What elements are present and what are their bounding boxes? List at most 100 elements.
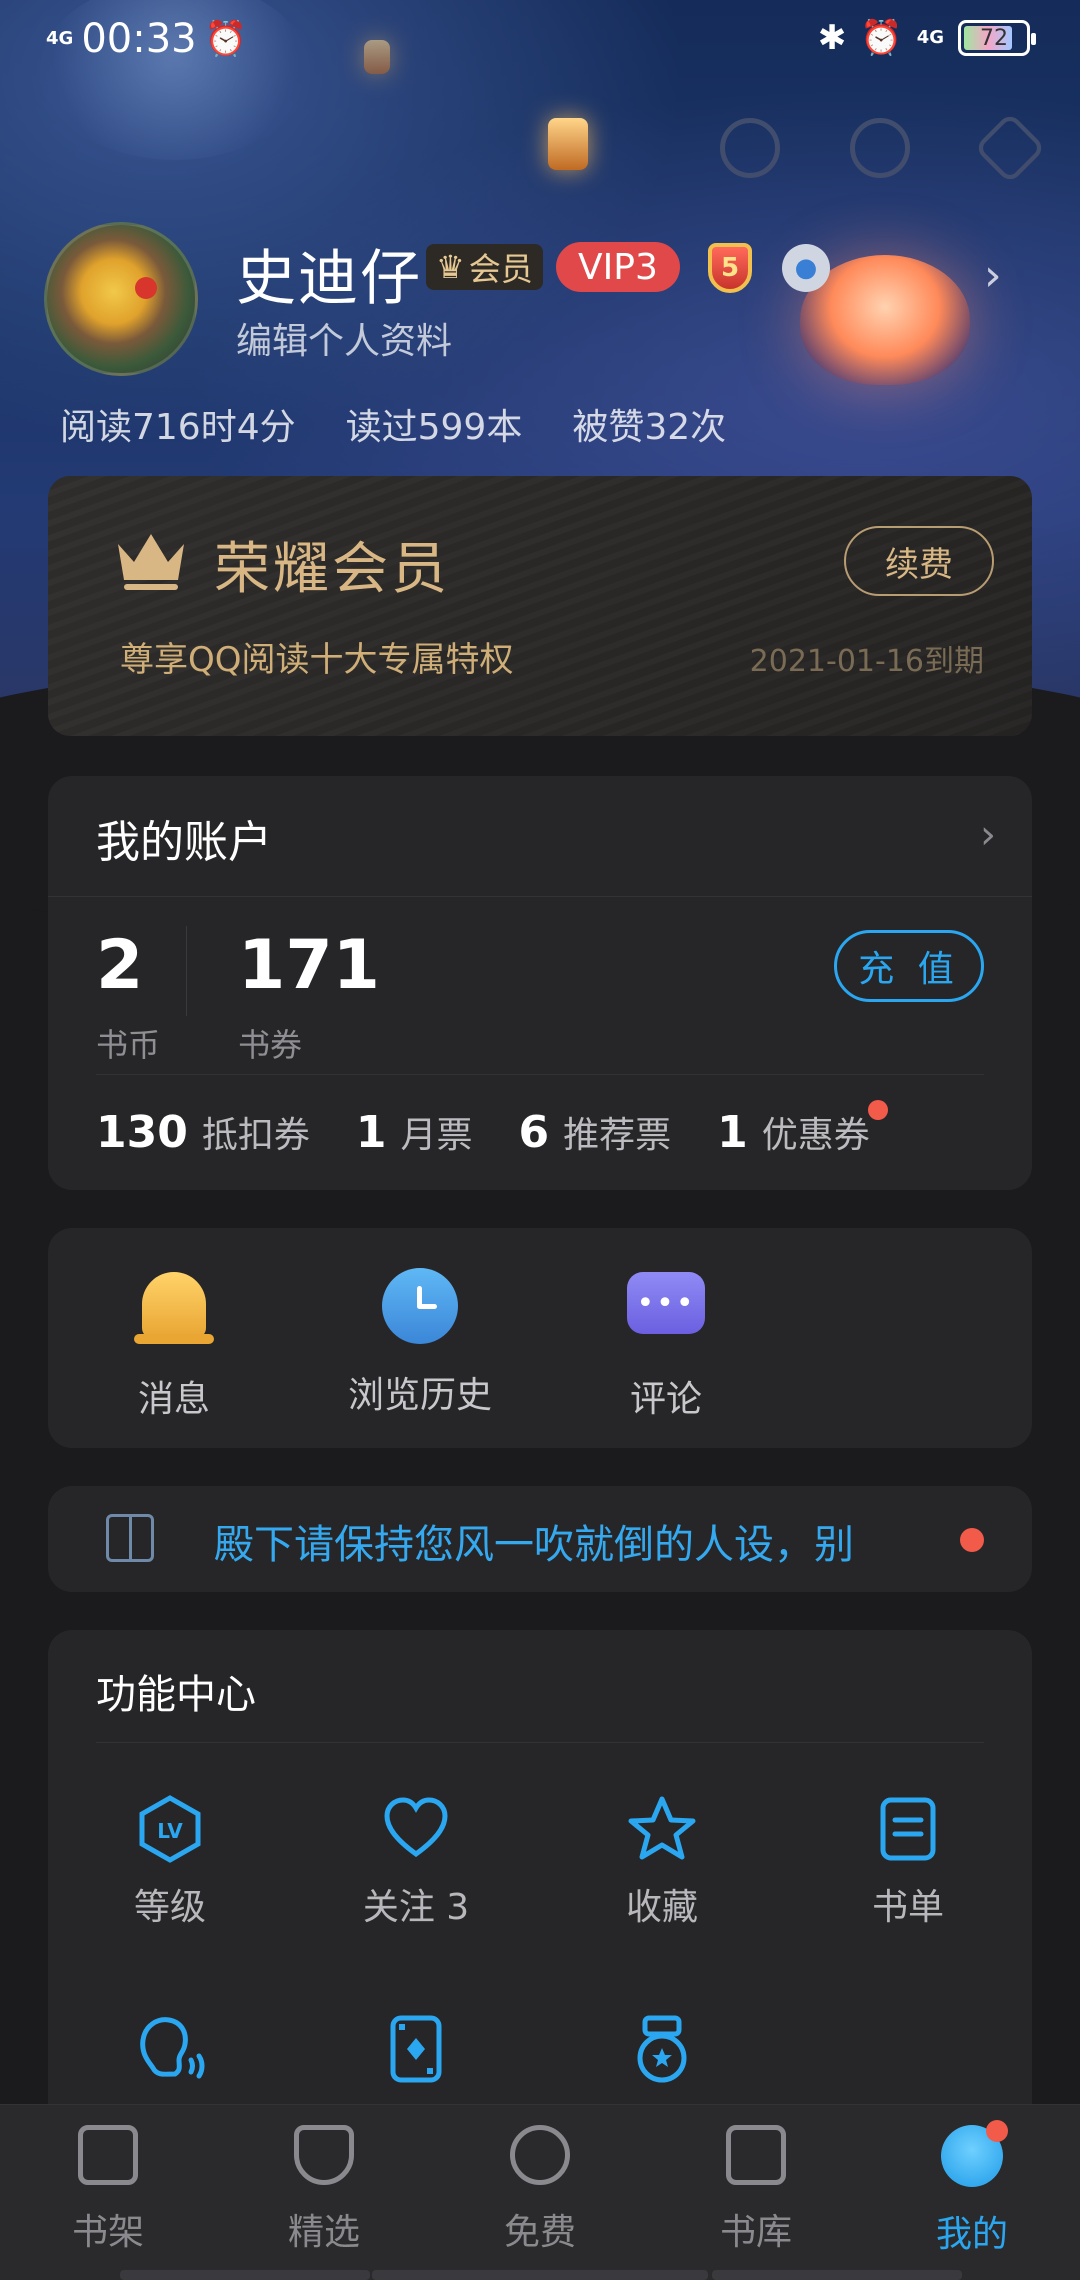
- function-level[interactable]: LV 等级: [70, 1794, 270, 1930]
- ticket-coupon[interactable]: 1 优惠券: [717, 1100, 888, 1158]
- reading-stats: 阅读716时4分 读过599本 被赞32次: [60, 398, 726, 450]
- alarm-icon: ⏰: [860, 18, 903, 58]
- coins-value[interactable]: 2: [96, 926, 143, 1005]
- system-bar: [372, 2270, 708, 2280]
- comment-icon: •••: [626, 1272, 706, 1352]
- ticket-recommend[interactable]: 6 推荐票: [519, 1106, 672, 1158]
- history-label: 浏览历史: [347, 1375, 492, 1416]
- booklist-icon: [880, 1797, 936, 1861]
- renew-button[interactable]: 续费: [844, 526, 994, 596]
- crown-icon: [118, 534, 184, 590]
- ticket-deduction[interactable]: 130 抵扣券: [96, 1106, 310, 1158]
- tab-library[interactable]: 书库: [686, 2125, 826, 2255]
- ticket-monthly[interactable]: 1 月票: [356, 1106, 473, 1158]
- header-actions: [720, 111, 1047, 185]
- function-booklist-label: 书单: [871, 1887, 944, 1928]
- vip-title: 荣耀会员: [214, 537, 450, 602]
- quick-entries: 消息 浏览历史 ••• 评论: [48, 1228, 1032, 1448]
- account-title[interactable]: 我的账户: [96, 806, 272, 870]
- battery-icon: 72: [958, 20, 1036, 56]
- bluetooth-icon: ✱: [817, 18, 847, 58]
- medal-icon: [637, 2015, 687, 2083]
- vip-expiry: 2021-01-16到期: [749, 644, 984, 679]
- chevron-right-icon[interactable]: ›: [980, 812, 996, 858]
- svg-text:LV: LV: [157, 1819, 183, 1843]
- tickets-row: 130 抵扣券 1 月票 6 推荐票 1 优惠券: [96, 1100, 888, 1158]
- vouchers-value[interactable]: 171: [238, 926, 380, 1005]
- stat-likes[interactable]: 被赞32次: [572, 398, 726, 450]
- function-favorites[interactable]: 收藏: [562, 1794, 762, 1930]
- system-bar: [712, 2270, 962, 2280]
- user-name[interactable]: 史迪仔: [236, 230, 422, 317]
- gear-icon[interactable]: [973, 111, 1047, 185]
- level-badge[interactable]: 5: [692, 240, 768, 296]
- tab-featured-label: 精选: [287, 2212, 360, 2253]
- heart-icon: [384, 1797, 448, 1858]
- divider: [96, 1742, 984, 1743]
- qq-icon[interactable]: ●: [782, 244, 830, 292]
- tab-profile-label: 我的: [935, 2214, 1008, 2255]
- function-medal[interactable]: [562, 2014, 762, 2098]
- notice-banner[interactable]: 殿下请保持您风一吹就倒的人设，别: [48, 1486, 1032, 1592]
- signal-icon: 4G: [46, 28, 74, 49]
- messages-label: 消息: [137, 1379, 210, 1420]
- library-icon: [726, 2125, 786, 2185]
- notification-dot: [960, 1528, 984, 1552]
- divider: [96, 1074, 984, 1075]
- recharge-button[interactable]: 充 值: [834, 930, 984, 1002]
- edit-profile-link[interactable]: 编辑个人资料: [236, 312, 452, 364]
- messages-entry[interactable]: 消息: [84, 1266, 264, 1422]
- vip-badge[interactable]: VIP3: [556, 242, 680, 292]
- crown-icon: ♛: [436, 248, 465, 286]
- palette-icon[interactable]: [720, 118, 780, 178]
- network-icon: 4G: [916, 27, 944, 48]
- coins-label: 书币: [96, 1026, 161, 1064]
- bell-icon: [134, 1272, 214, 1352]
- system-bar: [120, 2270, 370, 2280]
- history-entry[interactable]: 浏览历史: [330, 1266, 510, 1418]
- tab-featured[interactable]: 精选: [254, 2125, 394, 2255]
- function-booklist[interactable]: 书单: [808, 1794, 1008, 1930]
- divider: [48, 896, 1032, 897]
- free-icon: [510, 2125, 570, 2185]
- notice-text[interactable]: 殿下请保持您风一吹就倒的人设，别: [214, 1512, 934, 1570]
- function-voice[interactable]: [70, 2014, 270, 2098]
- comments-entry[interactable]: ••• 评论: [576, 1266, 756, 1422]
- vip-card[interactable]: 荣耀会员 续费 尊享QQ阅读十大专属特权 2021-01-16到期: [48, 476, 1032, 736]
- vouchers-label: 书券: [238, 1026, 303, 1064]
- chevron-right-icon[interactable]: ›: [984, 250, 1002, 301]
- tab-free-label: 免费: [503, 2212, 576, 2253]
- status-bar: 4G 00:33 ⏰ ✱ ⏰ 4G 72: [0, 0, 1080, 80]
- member-badge[interactable]: ♛ 会员: [426, 244, 543, 290]
- alarm-icon: ⏰: [204, 19, 247, 59]
- tab-free[interactable]: 免费: [470, 2125, 610, 2255]
- comments-label: 评论: [629, 1379, 702, 1420]
- divider: [186, 926, 187, 1016]
- stat-books-read[interactable]: 读过599本: [346, 398, 523, 450]
- settings-icon[interactable]: [850, 118, 910, 178]
- tab-library-label: 书库: [719, 2212, 792, 2253]
- notification-dot: [867, 1100, 888, 1120]
- lantern-decoration: [548, 118, 588, 170]
- function-favorites-label: 收藏: [625, 1887, 698, 1928]
- function-follow-label: 关注 3: [362, 1887, 470, 1928]
- tab-bookshelf-label: 书架: [71, 2212, 144, 2253]
- tab-profile[interactable]: 我的: [902, 2125, 1042, 2257]
- gift-icon: [106, 1514, 154, 1562]
- notification-dot: [986, 2120, 1008, 2142]
- tab-bookshelf[interactable]: 书架: [38, 2125, 178, 2255]
- vip-subtitle: 尊享QQ阅读十大专属特权: [120, 640, 514, 680]
- bottom-tab-bar: 书架 精选 免费 书库 我的: [0, 2104, 1080, 2280]
- function-card[interactable]: [316, 2014, 516, 2098]
- voice-icon: [140, 2017, 205, 2079]
- featured-icon: [294, 2125, 354, 2185]
- function-center-title: 功能中心: [96, 1672, 256, 1718]
- stat-read-time[interactable]: 阅读716时4分: [60, 398, 296, 450]
- function-follow[interactable]: 关注 3: [316, 1794, 516, 1930]
- status-time: 00:33: [81, 16, 197, 62]
- bookshelf-icon: [78, 2125, 138, 2185]
- card-icon: [390, 2015, 442, 2083]
- profile-page: 4G 00:33 ⏰ ✱ ⏰ 4G 72 史迪仔 ♛ 会员 VIP3 5 ● › …: [0, 0, 1080, 2280]
- avatar[interactable]: [44, 222, 198, 376]
- star-icon: [628, 1796, 696, 1860]
